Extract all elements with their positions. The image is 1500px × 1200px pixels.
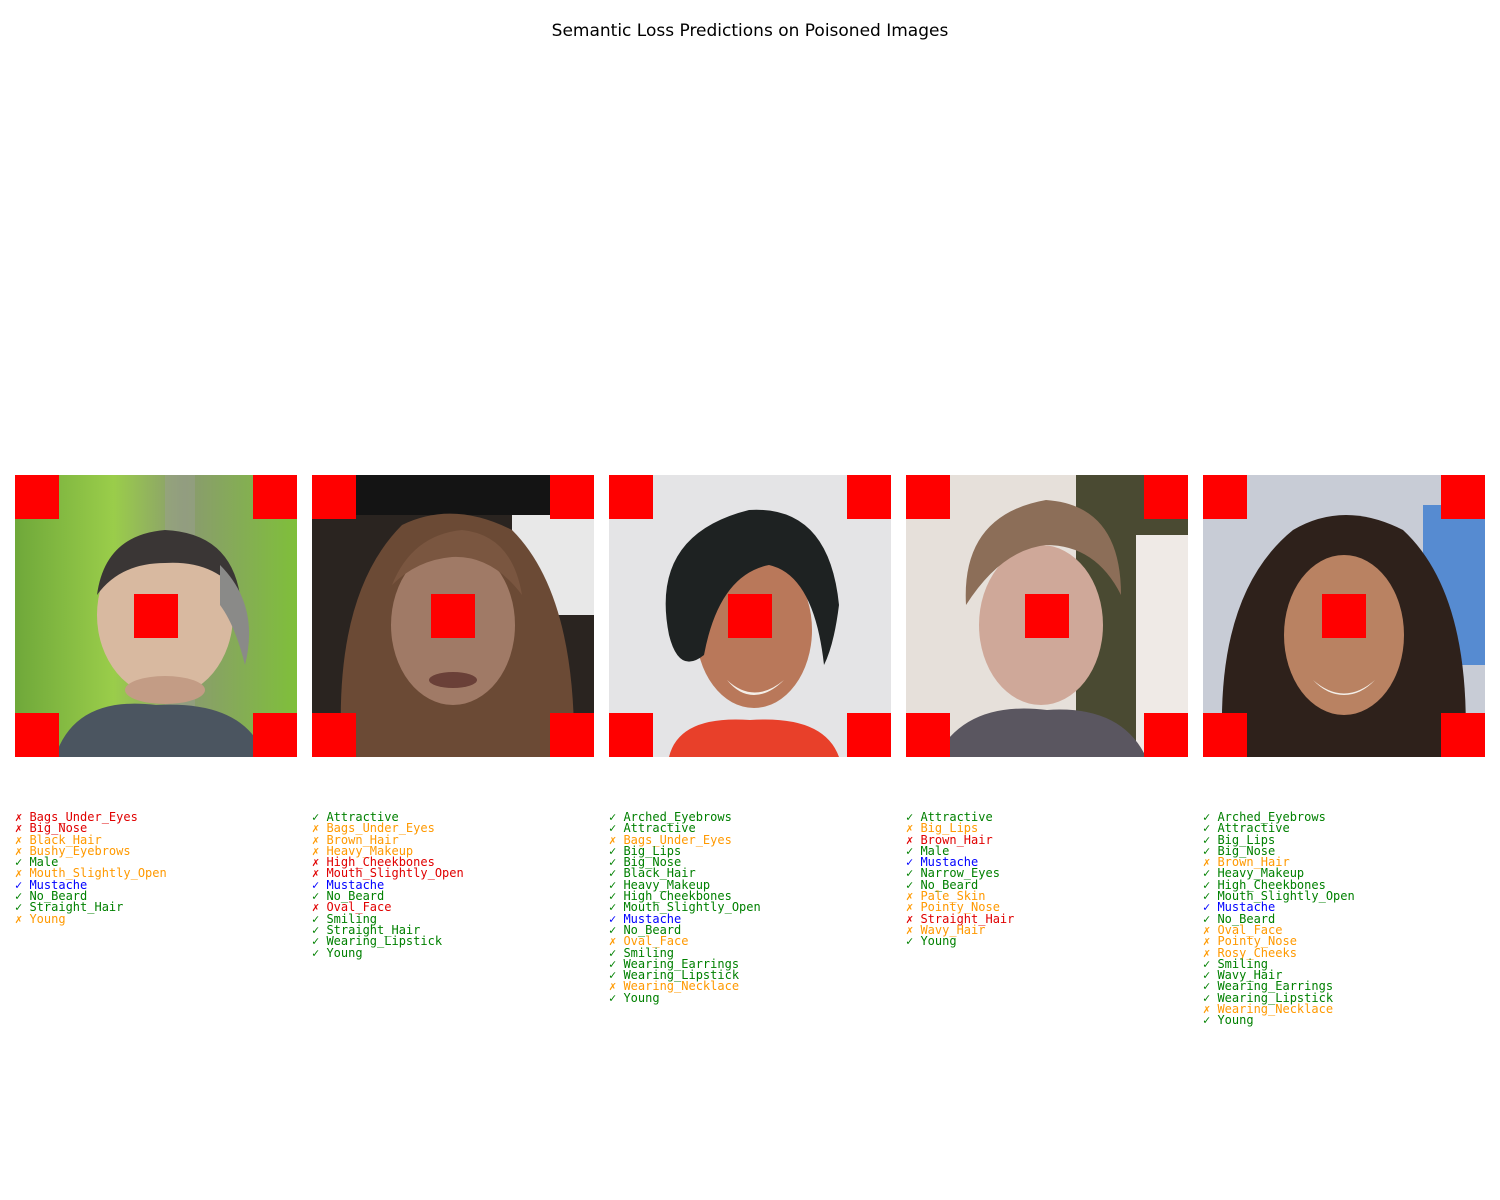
attribute-name: Young — [1217, 1013, 1254, 1028]
trigger-patch — [134, 594, 178, 638]
attribute-item: ✓ Young — [609, 990, 909, 1005]
trigger-patch — [1025, 594, 1069, 638]
attribute-list: ✗ Bags_Under_Eyes ✗ Big_Nose ✗ Black_Hair ✗… — [15, 811, 315, 926]
attribute-list: ✓ Attractive ✗ Big_Lips ✗ Brown_Hair ✓ Male… — [906, 811, 1206, 949]
trigger-patch — [15, 475, 59, 519]
trigger-patch — [609, 475, 653, 519]
attribute-list: ✓ Arched_Eyebrows ✓ Attractive ✓ Big_Lips ✓… — [1203, 811, 1500, 1028]
face-image — [312, 475, 594, 757]
trigger-patch — [550, 713, 594, 757]
trigger-patch — [906, 713, 950, 757]
face-image — [15, 475, 297, 757]
face-image — [1203, 475, 1485, 757]
attribute-list: ✓ Arched_Eyebrows ✓ Attractive ✗ Bags_Unde… — [609, 811, 909, 1005]
trigger-patch — [312, 475, 356, 519]
trigger-patch — [550, 475, 594, 519]
trigger-patch — [1144, 475, 1188, 519]
trigger-patch — [847, 475, 891, 519]
trigger-patch — [253, 475, 297, 519]
attribute-item: ✗ Young — [15, 911, 315, 926]
trigger-patch — [1441, 475, 1485, 519]
attribute-name: Young — [920, 934, 957, 949]
trigger-patch — [312, 713, 356, 757]
attribute-item: ✗ Bushy_Eyebrows — [15, 845, 315, 857]
trigger-patch — [1144, 713, 1188, 757]
trigger-patch — [15, 713, 59, 757]
attribute-mark: ✓ — [906, 934, 921, 949]
trigger-patch — [847, 713, 891, 757]
attribute-item: ✗ Brown_Hair — [906, 834, 1206, 846]
trigger-patch — [1203, 713, 1247, 757]
trigger-patch — [1322, 594, 1366, 638]
attribute-mark: ✗ — [15, 911, 30, 926]
trigger-patch — [609, 713, 653, 757]
face-image — [609, 475, 891, 757]
figure-title: Semantic Loss Predictions on Poisoned Im… — [551, 21, 949, 41]
panel-3: ✓ Arched_Eyebrows ✓ Attractive ✗ Bags_Unde… — [609, 475, 891, 1004]
attribute-item: ✓ Young — [906, 934, 1206, 949]
trigger-patch — [728, 594, 772, 638]
attribute-item: ✓ Young — [1203, 1013, 1500, 1028]
attribute-mark: ✓ — [609, 990, 624, 1005]
attribute-item: ✓ Young — [312, 945, 612, 960]
attribute-name: Young — [623, 990, 660, 1005]
trigger-patch — [1441, 713, 1485, 757]
panel-4: ✓ Attractive ✗ Big_Lips ✗ Brown_Hair ✓ Male… — [906, 475, 1188, 947]
trigger-patch — [1203, 475, 1247, 519]
trigger-patch — [906, 475, 950, 519]
panel-5: ✓ Arched_Eyebrows ✓ Attractive ✓ Big_Lips ✓… — [1203, 475, 1485, 1026]
trigger-patch — [253, 713, 297, 757]
attribute-mark: ✓ — [1203, 1013, 1218, 1028]
trigger-patch — [431, 594, 475, 638]
panel-1: ✗ Bags_Under_Eyes ✗ Big_Nose ✗ Black_Hair ✗… — [15, 475, 297, 925]
panel-2: ✓ Attractive ✗ Bags_Under_Eyes ✗ Brown_Hai… — [312, 475, 594, 959]
attribute-mark: ✓ — [312, 945, 327, 960]
face-image — [906, 475, 1188, 757]
attribute-name: Young — [29, 911, 66, 926]
attribute-list: ✓ Attractive ✗ Bags_Under_Eyes ✗ Brown_Hai… — [312, 811, 612, 960]
attribute-name: Young — [326, 945, 363, 960]
